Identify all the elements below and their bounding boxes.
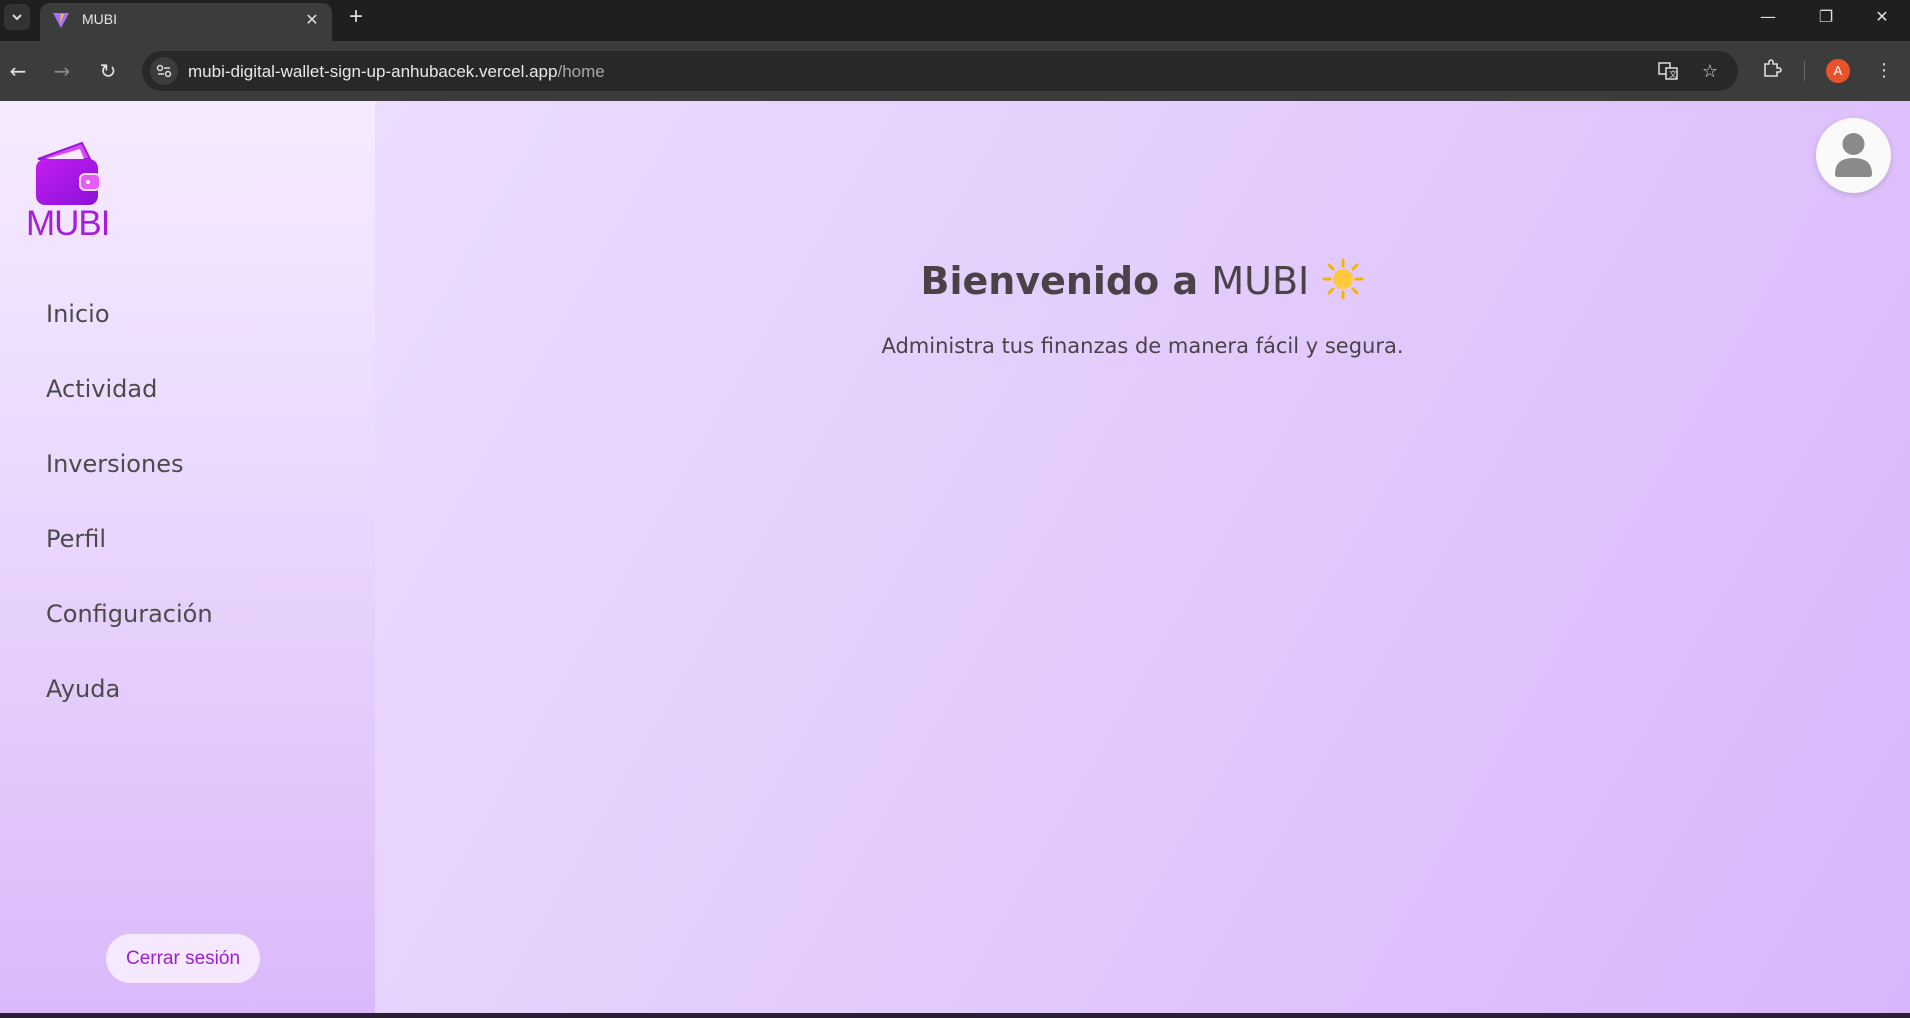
tab-search-button[interactable] — [4, 4, 30, 30]
welcome-brand: MUBI — [1211, 259, 1310, 303]
sidebar: MUBI Inicio Actividad Inversiones Perfil… — [0, 101, 375, 1013]
tab-close-icon[interactable]: ✕ — [302, 10, 322, 30]
extensions-icon[interactable] — [1758, 57, 1786, 85]
sun-icon — [1322, 258, 1364, 300]
toolbar-separator — [1804, 61, 1805, 81]
app-page: MUBI Inicio Actividad Inversiones Perfil… — [0, 101, 1910, 1013]
site-info-icon[interactable] — [150, 57, 178, 85]
sidebar-item-perfil[interactable]: Perfil — [46, 525, 106, 553]
vite-favicon-icon — [53, 13, 69, 28]
url-text: mubi-digital-wallet-sign-up-anhubacek.ve… — [188, 62, 605, 82]
minimize-icon[interactable]: — — [1748, 4, 1788, 30]
logout-button[interactable]: Cerrar sesión — [106, 934, 260, 983]
reload-icon[interactable]: ↻ — [94, 57, 122, 85]
restore-icon[interactable]: ❐ — [1806, 4, 1846, 30]
sidebar-item-actividad[interactable]: Actividad — [46, 375, 157, 403]
browser-toolbar: ← → ↻ mubi-digital-wallet-sign-up-anhuba… — [0, 41, 1910, 101]
user-avatar-button[interactable] — [1816, 118, 1891, 193]
address-bar[interactable]: mubi-digital-wallet-sign-up-anhubacek.ve… — [142, 51, 1738, 91]
bookmark-star-icon[interactable]: ☆ — [1698, 60, 1722, 84]
browser-tab[interactable]: MUBI ✕ — [40, 3, 332, 41]
chevron-down-icon — [12, 14, 22, 21]
user-icon — [1835, 133, 1872, 177]
welcome-subtitle: Administra tus finanzas de manera fácil … — [881, 334, 1404, 358]
window-close-icon[interactable]: ✕ — [1862, 4, 1902, 30]
sidebar-item-ayuda[interactable]: Ayuda — [46, 675, 120, 703]
sidebar-item-inversiones[interactable]: Inversiones — [46, 450, 183, 478]
translate-icon[interactable]: 文 — [1656, 60, 1680, 84]
browser-profile-avatar[interactable]: A — [1826, 59, 1850, 83]
back-icon[interactable]: ← — [4, 57, 32, 85]
new-tab-button[interactable]: + — [344, 5, 368, 30]
logo-text: MUBI — [26, 204, 110, 243]
more-menu-icon[interactable]: ⋮ — [1870, 57, 1898, 85]
welcome-prefix: Bienvenido a — [920, 259, 1199, 303]
svg-text:文: 文 — [1669, 69, 1677, 79]
welcome-heading: Bienvenido a MUBI — [375, 258, 1910, 303]
sidebar-item-configuracion[interactable]: Configuración — [46, 600, 213, 628]
url-host: mubi-digital-wallet-sign-up-anhubacek.ve… — [188, 62, 558, 81]
bottom-edge — [0, 1013, 1910, 1018]
url-path: /home — [557, 62, 605, 81]
sidebar-item-inicio[interactable]: Inicio — [46, 300, 110, 328]
browser-tab-bar: MUBI ✕ + — ❐ ✕ — [0, 0, 1910, 41]
tab-title: MUBI — [82, 11, 117, 27]
forward-icon[interactable]: → — [48, 57, 76, 85]
